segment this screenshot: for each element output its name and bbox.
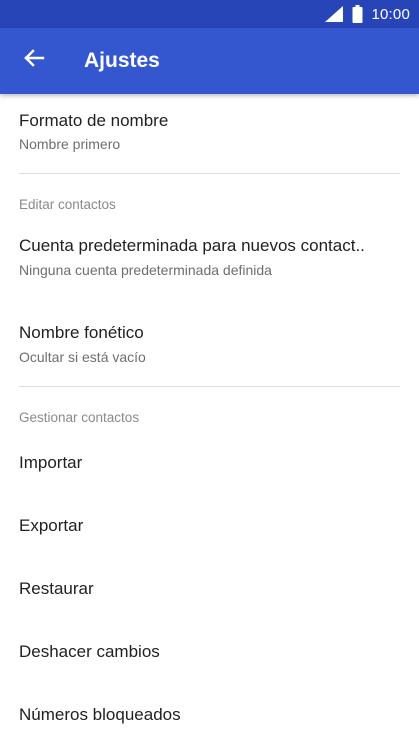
import-label: Importar xyxy=(19,453,83,472)
status-time: 10:00 xyxy=(371,5,410,23)
undo-changes-item[interactable]: Deshacer cambios xyxy=(0,622,419,682)
default-account-item[interactable]: Cuenta predeterminada para nuevos contac… xyxy=(0,220,419,302)
name-format-value: Nombre primero xyxy=(19,136,121,152)
status-icons: 10:00 xyxy=(324,0,410,28)
phonetic-name-item[interactable]: Nombre fonético Ocultar si está vacío xyxy=(0,306,419,386)
section-header-manage: Gestionar contactos xyxy=(19,410,140,425)
import-item[interactable]: Importar xyxy=(0,432,419,492)
section-header-edit: Editar contactos xyxy=(19,197,116,212)
divider xyxy=(19,386,400,387)
status-bar: 10:00 xyxy=(0,0,419,28)
restore-label: Restaurar xyxy=(19,579,94,598)
phonetic-name-value: Ocultar si está vacío xyxy=(19,349,146,365)
battery-icon xyxy=(352,5,363,23)
divider xyxy=(19,173,400,174)
blocked-numbers-label: Números bloqueados xyxy=(19,705,181,724)
app-bar: Ajustes xyxy=(0,28,419,94)
restore-item[interactable]: Restaurar xyxy=(0,558,419,618)
name-format-title: Formato de nombre xyxy=(19,111,169,130)
undo-changes-label: Deshacer cambios xyxy=(19,642,160,661)
blocked-numbers-item[interactable]: Números bloqueados xyxy=(0,685,419,745)
signal-icon xyxy=(324,5,344,23)
export-label: Exportar xyxy=(19,516,84,535)
arrow-back-icon xyxy=(23,47,45,74)
name-format-item[interactable]: Formato de nombre Nombre primero xyxy=(0,94,419,172)
default-account-value: Ninguna cuenta predeterminada definida xyxy=(19,262,272,278)
phonetic-name-title: Nombre fonético xyxy=(19,323,144,342)
back-button[interactable] xyxy=(12,38,56,82)
default-account-title: Cuenta predeterminada para nuevos contac… xyxy=(19,236,365,255)
export-item[interactable]: Exportar xyxy=(0,495,419,555)
page-title: Ajustes xyxy=(84,49,160,72)
